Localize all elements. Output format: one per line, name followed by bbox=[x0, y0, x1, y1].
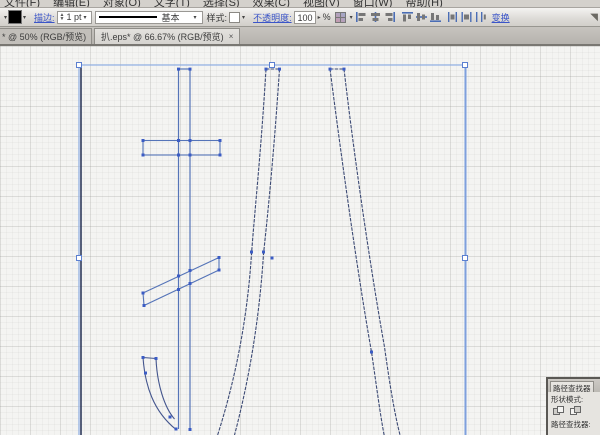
brush-stroke-preview-icon bbox=[98, 16, 157, 18]
stroke-width-value: 1 pt bbox=[66, 12, 82, 22]
distribute-right-icon[interactable] bbox=[475, 12, 486, 22]
brush-definition-dropdown[interactable]: 基本 ▾ bbox=[94, 10, 203, 24]
pathfinders-label: 路径查找器: bbox=[551, 420, 591, 429]
opacity-unit: % bbox=[322, 12, 331, 22]
left-falling-stroke-path bbox=[217, 68, 281, 435]
menu-type[interactable]: 文字(T) bbox=[154, 0, 190, 7]
stroke-panel-link[interactable]: 描边: bbox=[34, 11, 55, 24]
document-tab-bar: * @ 50% (RGB/预览) × 扒.eps* @ 66.67% (RGB/… bbox=[0, 27, 600, 44]
menu-file[interactable]: 文件(F) bbox=[4, 0, 40, 7]
unite-icon[interactable] bbox=[553, 406, 564, 416]
vertical-stem-path bbox=[177, 68, 191, 430]
menu-effect[interactable]: 效果(C) bbox=[253, 0, 290, 7]
opacity-panel-link[interactable]: 不透明度: bbox=[253, 11, 292, 24]
document-tab-untitled[interactable]: * @ 50% (RGB/预览) × bbox=[0, 28, 92, 44]
tab-label: * @ 50% (RGB/预览) bbox=[2, 32, 87, 42]
shape-modes-label: 形状模式: bbox=[551, 395, 584, 404]
menu-select[interactable]: 选择(S) bbox=[203, 0, 240, 7]
pathfinder-tab-row: 路径查找器 bbox=[548, 379, 600, 393]
distribute-left-icon[interactable] bbox=[447, 12, 458, 22]
recolor-artwork-icon[interactable] bbox=[334, 11, 346, 23]
transform-panel-link[interactable]: 变换 bbox=[492, 11, 510, 24]
stroke-width-stepper[interactable]: ▲ ▼ 1 pt ▾ bbox=[56, 10, 92, 24]
distribute-center-icon[interactable] bbox=[461, 12, 472, 22]
menu-edit[interactable]: 编辑(E) bbox=[53, 0, 90, 7]
style-label: 样式: bbox=[206, 12, 228, 23]
horizontal-bar-path bbox=[142, 139, 221, 156]
menu-bar: 文件(F) 编辑(E) 对象(O) 文字(T) 选择(S) 效果(C) 视图(V… bbox=[0, 0, 600, 8]
menu-window[interactable]: 窗口(W) bbox=[353, 0, 393, 7]
document-tab-ba-eps[interactable]: 扒.eps* @ 66.67% (RGB/预览) × bbox=[94, 28, 241, 44]
artboard-canvas[interactable] bbox=[0, 44, 600, 435]
selection-bounding-box bbox=[78, 64, 467, 435]
vector-artwork bbox=[76, 62, 468, 435]
stroke-color-swatch[interactable] bbox=[8, 10, 23, 24]
menu-help[interactable]: 帮助(H) bbox=[406, 0, 443, 7]
stroke-width-dropdown-icon[interactable]: ▾ bbox=[84, 14, 87, 21]
align-h-center-icon[interactable] bbox=[370, 12, 381, 22]
tab-close-icon[interactable]: × bbox=[91, 32, 92, 41]
align-bottom-icon[interactable] bbox=[429, 12, 441, 22]
pathfinder-panel: 路径查找器 形状模式: 路径查找器: bbox=[546, 377, 600, 435]
illustrator-window: 文件(F) 编辑(E) 对象(O) 文字(T) 选择(S) 效果(C) 视图(V… bbox=[0, 0, 600, 435]
graphic-style-swatch[interactable] bbox=[229, 11, 241, 23]
control-bar: ▾ ▾ 描边: ▲ ▼ 1 pt ▾ 基本 ▾ 样式: ▾ 不透明度: 100 ▸… bbox=[0, 8, 600, 27]
minus-front-icon[interactable] bbox=[570, 406, 581, 416]
pathfinder-tab[interactable]: 路径查找器 bbox=[550, 381, 594, 393]
style-dropdown-icon[interactable]: ▾ bbox=[242, 14, 245, 21]
right-falling-stroke-path bbox=[329, 68, 401, 435]
menu-object[interactable]: 对象(O) bbox=[103, 0, 141, 7]
align-right-icon[interactable] bbox=[384, 12, 396, 22]
anchor-points bbox=[141, 67, 373, 431]
rising-stroke-path bbox=[142, 256, 220, 307]
align-v-center-icon[interactable] bbox=[415, 12, 427, 22]
align-top-icon[interactable] bbox=[401, 12, 413, 22]
menu-view[interactable]: 视图(V) bbox=[303, 0, 340, 7]
stroke-color-dropdown-icon[interactable]: ▾ bbox=[23, 14, 26, 21]
recolor-dropdown-icon[interactable]: ▾ bbox=[350, 14, 353, 21]
align-left-icon[interactable] bbox=[356, 12, 367, 22]
tab-label: 扒.eps* @ 66.67% (RGB/预览) bbox=[101, 32, 224, 42]
hook-stroke-path bbox=[142, 356, 177, 430]
control-bar-menu-icon[interactable]: ◥ bbox=[590, 12, 598, 23]
fill-color-dropdown-icon[interactable]: ▾ bbox=[4, 14, 7, 21]
tab-close-icon[interactable]: × bbox=[229, 32, 234, 41]
stepper-arrows-icon[interactable]: ▲ ▼ bbox=[60, 13, 65, 22]
opacity-input[interactable]: 100 bbox=[293, 10, 316, 24]
brush-dropdown-icon[interactable]: ▾ bbox=[194, 14, 197, 21]
brush-definition-value: 基本 bbox=[161, 12, 180, 23]
opacity-stepper-icon[interactable]: ▸ bbox=[318, 14, 321, 21]
